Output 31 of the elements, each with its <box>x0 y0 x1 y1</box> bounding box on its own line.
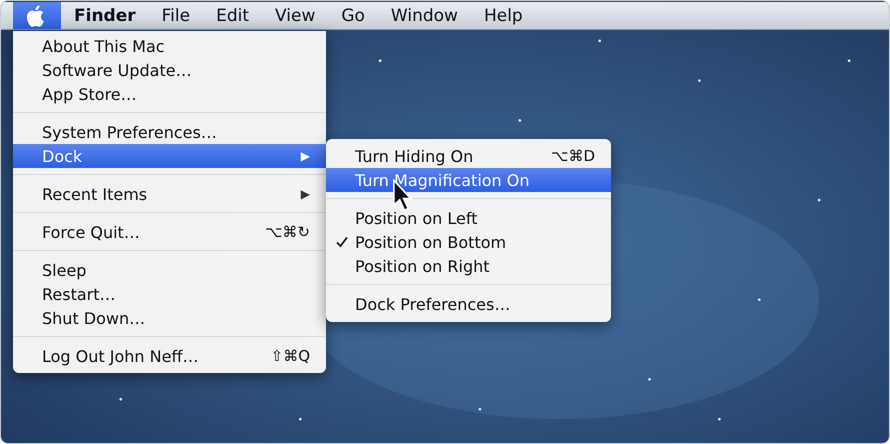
menu-bar-item[interactable]: File <box>148 2 204 29</box>
menu-bar-item[interactable]: Finder <box>61 2 149 29</box>
submenu-arrow: ▶ <box>300 149 310 163</box>
menu-item[interactable]: About This Mac <box>13 34 326 58</box>
menu-item[interactable]: Force Quit… ⌥⌘↻ <box>13 220 326 244</box>
menu-item[interactable]: Sleep <box>13 258 326 282</box>
menu-item[interactable]: System Preferences… <box>13 120 326 144</box>
menu-item[interactable]: Position on Right <box>326 254 611 278</box>
menu-item[interactable]: Software Update… <box>13 58 326 82</box>
shortcut: ⌥⌘↻ <box>265 223 310 241</box>
menu-item[interactable]: Turn Magnification On <box>326 168 611 192</box>
menu-item[interactable]: App Store… <box>13 82 326 106</box>
menu-bar-item[interactable]: Go <box>328 2 378 29</box>
menu-item[interactable]: Recent Items ▶ <box>13 182 326 206</box>
shortcut: ⌥⌘D <box>551 147 595 165</box>
menu-item[interactable]: Turn Hiding On ⌥⌘D <box>326 144 611 168</box>
apple-menu-button[interactable] <box>13 2 61 29</box>
menu-item[interactable]: Position on Left <box>326 206 611 230</box>
submenu-arrow: ▶ <box>300 187 310 201</box>
menu-item[interactable]: Log Out John Neff… ⇧⌘Q <box>13 344 326 368</box>
menu-bar-item[interactable]: View <box>262 2 328 29</box>
menu-bar-item[interactable]: Window <box>378 2 471 29</box>
shortcut: ⇧⌘Q <box>270 347 310 365</box>
menu-item[interactable]: Position on Bottom <box>326 230 611 254</box>
menu-bar-item[interactable]: Edit <box>203 2 262 29</box>
apple-icon <box>27 4 47 28</box>
menu-item[interactable]: Restart… <box>13 282 326 306</box>
menu-item[interactable]: Shut Down… <box>13 306 326 330</box>
menu-item[interactable]: Dock Preferences… <box>326 292 611 316</box>
menu-bar-item[interactable]: Help <box>470 2 536 29</box>
menu-item[interactable]: Dock ▶ <box>13 144 326 168</box>
